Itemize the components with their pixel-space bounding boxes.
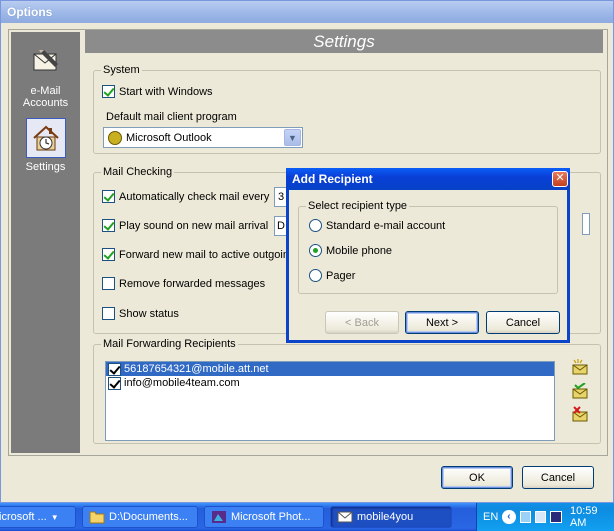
radio-standard-email-label: Standard e-mail account: [326, 219, 446, 232]
ok-button[interactable]: OK: [441, 466, 513, 489]
dropdown-arrow-icon: ▼: [50, 512, 59, 522]
show-status-box[interactable]: [102, 307, 115, 320]
recipient-checkbox[interactable]: [108, 376, 121, 390]
photo-editor-icon: [212, 511, 226, 523]
play-sound-label: Play sound on new mail arrival: [119, 219, 269, 232]
play-sound-checkbox[interactable]: Play sound on new mail arrival: [102, 219, 268, 232]
system-tray: EN ‹ 10:59 AM: [476, 503, 614, 531]
forwarding-legend: Mail Forwarding Recipients: [101, 338, 238, 350]
recipient-type-group: Select recipient type Standard e-mail ac…: [298, 200, 558, 294]
recipient-text: info@mobile4team.com: [124, 377, 240, 389]
dialog-cancel-button[interactable]: Cancel: [486, 311, 560, 334]
play-sound-box[interactable]: [102, 219, 115, 232]
nav-item-email-accounts[interactable]: e-Mail Accounts: [11, 42, 80, 109]
forward-new-checkbox[interactable]: Forward new mail to active outgoing: [102, 248, 295, 261]
next-button[interactable]: Next >: [405, 311, 479, 334]
sound-browse-edge: [582, 213, 590, 235]
taskbar-item-label: icrosoft ...: [0, 511, 47, 523]
recipient-type-legend: Select recipient type: [306, 200, 410, 212]
mail-envelope-icon: [337, 511, 353, 523]
outlook-icon: [108, 130, 122, 145]
cancel-button[interactable]: Cancel: [522, 466, 594, 489]
radio-standard-email[interactable]: Standard e-mail account: [309, 219, 445, 232]
nav-item-label-line1: e-Mail: [30, 85, 61, 97]
forward-new-box[interactable]: [102, 248, 115, 261]
volume-icon[interactable]: [535, 511, 547, 523]
recipient-checkbox[interactable]: [108, 362, 121, 376]
check-interval-value: 3: [278, 191, 285, 203]
radio-standard-email-button[interactable]: [309, 219, 322, 232]
list-item[interactable]: info@mobile4team.com: [106, 376, 554, 390]
mail-client-select[interactable]: Microsoft Outlook ▼: [103, 127, 303, 148]
mail-checking-legend: Mail Checking: [101, 166, 175, 178]
auto-check-label: Automatically check mail every: [119, 190, 270, 203]
system-group: System Start with Windows Default mail c…: [93, 64, 601, 154]
taskbar-item-label: mobile4you: [357, 511, 414, 523]
start-with-windows-label: Start with Windows: [119, 85, 213, 98]
radio-mobile-phone-label: Mobile phone: [326, 244, 393, 257]
network-icon[interactable]: [519, 511, 532, 523]
radio-pager-button[interactable]: [309, 269, 322, 282]
system-legend: System: [101, 64, 142, 76]
add-recipient-dialog: Add Recipient ✕ Select recipient type St…: [286, 168, 570, 343]
recipients-list[interactable]: 56187654321@mobile.att.net info@mobile4t…: [105, 361, 555, 441]
dialog-titlebar[interactable]: Add Recipient ✕: [286, 168, 570, 190]
radio-mobile-phone[interactable]: Mobile phone: [309, 244, 392, 257]
remove-forwarded-label: Remove forwarded messages: [119, 277, 266, 290]
radio-pager[interactable]: Pager: [309, 269, 355, 282]
auto-check-checkbox[interactable]: Automatically check mail every: [102, 190, 269, 203]
default-mail-label: Default mail client program: [106, 111, 237, 123]
auto-check-box[interactable]: [102, 190, 115, 203]
taskbar-item-label: D:\Documents...: [109, 511, 188, 523]
radio-pager-label: Pager: [326, 269, 356, 282]
clock[interactable]: 10:59 AM: [570, 505, 614, 529]
settings-house-icon: [25, 118, 66, 158]
delete-recipient-icon[interactable]: [571, 406, 589, 422]
mail-client-value: Microsoft Outlook: [126, 131, 212, 144]
window-titlebar[interactable]: Options: [1, 1, 613, 23]
nav-item-label: Settings: [25, 161, 66, 173]
edit-recipient-icon[interactable]: [571, 383, 589, 399]
page-title: Settings: [85, 30, 603, 53]
folder-icon: [89, 511, 105, 524]
close-icon[interactable]: ✕: [552, 171, 568, 187]
nav-sidebar: e-Mail Accounts Settings: [11, 32, 80, 453]
tray-expand-icon[interactable]: ‹: [502, 510, 516, 524]
start-with-windows-checkbox[interactable]: Start with Windows: [102, 85, 213, 98]
taskbar-item-documents[interactable]: D:\Documents...: [82, 506, 198, 528]
language-indicator[interactable]: EN: [483, 511, 498, 523]
nav-item-label-line2: Accounts: [22, 97, 69, 109]
radio-mobile-phone-button[interactable]: [309, 244, 322, 257]
app-tray-icon[interactable]: [550, 511, 562, 523]
remove-forwarded-box[interactable]: [102, 277, 115, 290]
taskbar-item-microsoft[interactable]: icrosoft ... ▼: [0, 506, 76, 528]
taskbar-item-mobile4you[interactable]: mobile4you: [330, 506, 452, 528]
show-status-label: Show status: [119, 307, 179, 320]
taskbar-item-label: Microsoft Phot...: [231, 511, 311, 523]
back-button[interactable]: < Back: [325, 311, 399, 334]
list-item[interactable]: 56187654321@mobile.att.net: [106, 362, 554, 376]
chevron-down-icon[interactable]: ▼: [284, 129, 301, 146]
forward-new-label: Forward new mail to active outgoing: [119, 248, 296, 261]
add-recipient-icon[interactable]: [571, 359, 589, 375]
dialog-title: Add Recipient: [292, 172, 373, 186]
recipient-text: 56187654321@mobile.att.net: [124, 363, 269, 375]
remove-forwarded-checkbox[interactable]: Remove forwarded messages: [102, 277, 265, 290]
taskbar: icrosoft ... ▼ D:\Documents... Microsoft…: [0, 503, 614, 531]
email-accounts-icon: [26, 42, 66, 82]
nav-item-settings[interactable]: Settings: [11, 118, 80, 173]
taskbar-item-photo[interactable]: Microsoft Phot...: [204, 506, 324, 528]
start-with-windows-box[interactable]: [102, 85, 115, 98]
show-status-checkbox[interactable]: Show status: [102, 307, 179, 320]
window-title: Options: [7, 5, 53, 19]
